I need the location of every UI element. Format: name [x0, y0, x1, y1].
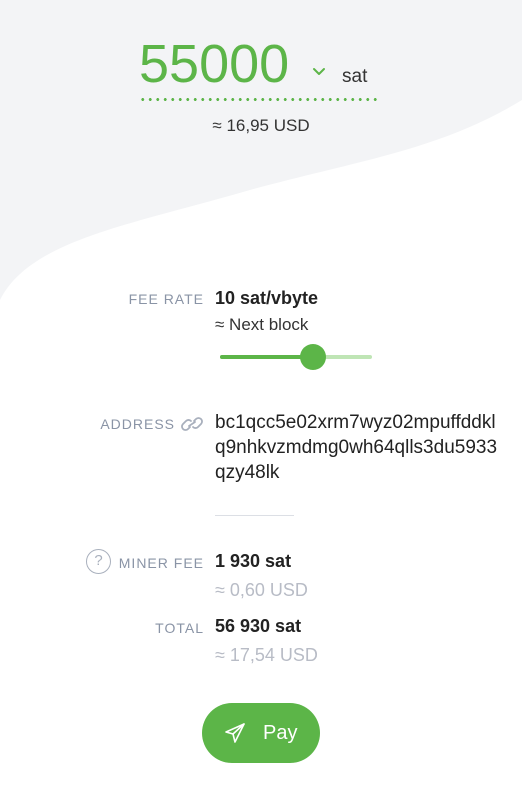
address-label: ADDRESS [100, 416, 175, 432]
amount-selector[interactable]: 55000 sat [139, 36, 379, 106]
fee-rate-value: 10 sat/vbyte [215, 288, 319, 308]
pay-button-label: Pay [263, 722, 298, 744]
miner-fee-value: 1 930 sat [215, 551, 292, 571]
slider-thumb[interactable] [300, 344, 326, 370]
amount-dotted-underline [139, 98, 379, 101]
address-value[interactable]: bc1qcc5e02xrm7wyz02mpuffddklq9nhkvzmdmg0… [215, 410, 500, 485]
chevron-down-icon[interactable] [311, 66, 327, 78]
paper-plane-icon [225, 723, 245, 743]
amount-usd-approx: ≈ 16,95 USD [212, 116, 310, 135]
divider [215, 515, 294, 516]
pay-button[interactable]: Pay [202, 703, 320, 763]
amount-value[interactable]: 55000 [139, 36, 289, 92]
amount-unit: sat [342, 66, 368, 87]
total-value: 56 930 sat [215, 616, 302, 636]
link-icon[interactable] [180, 414, 204, 434]
miner-fee-usd: ≈ 0,60 USD [215, 580, 308, 600]
question-icon[interactable]: ? [86, 549, 111, 574]
total-label: TOTAL [155, 620, 204, 636]
fee-rate-estimate: ≈ Next block [215, 315, 309, 334]
total-usd: ≈ 17,54 USD [215, 645, 318, 665]
miner-fee-label: MINER FEE [118, 555, 204, 571]
fee-rate-slider[interactable] [220, 344, 372, 370]
fee-rate-label: FEE RATE [128, 291, 204, 307]
